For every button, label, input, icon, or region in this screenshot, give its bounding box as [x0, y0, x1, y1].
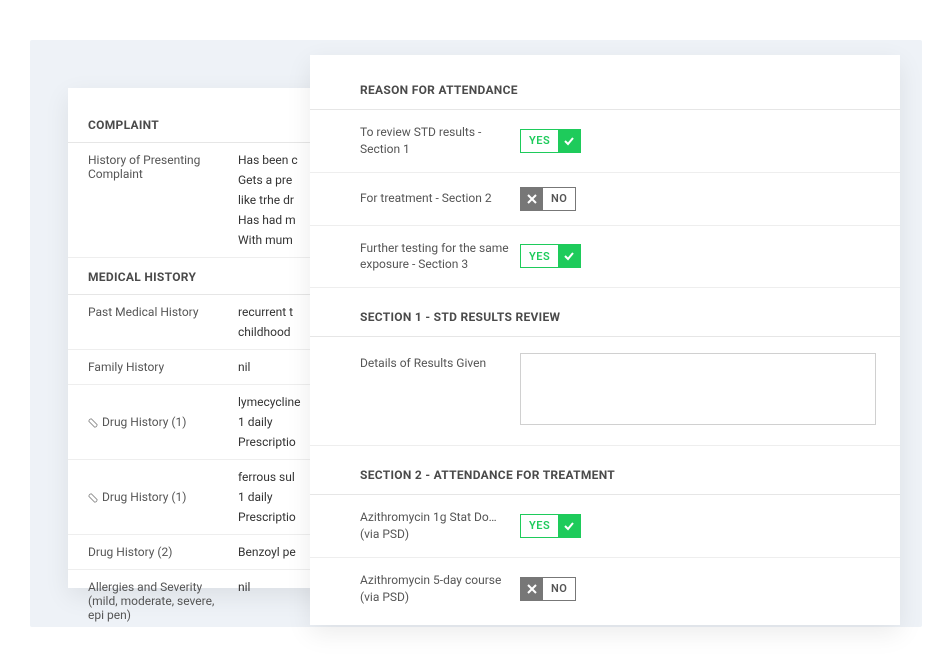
toggle-no-label: NO [543, 582, 575, 595]
pmh-label: Past Medical History [88, 305, 238, 339]
check-icon [558, 515, 580, 537]
x-icon [521, 188, 543, 210]
right-panel: REASON FOR ATTENDANCE To review STD resu… [310, 55, 900, 625]
reason-q3-label: Further testing for the same exposure - … [360, 240, 520, 274]
reason-q1-label: To review STD results - Section 1 [360, 124, 520, 158]
details-label: Details of Results Given [360, 353, 520, 425]
drug-history-2-label: Drug History (2) [88, 545, 238, 559]
reason-q3-toggle[interactable]: YES [520, 244, 581, 268]
x-icon [521, 578, 543, 600]
toggle-yes-label: YES [521, 134, 558, 147]
reason-q1-toggle[interactable]: YES [520, 129, 581, 153]
s2-q1-toggle[interactable]: YES [520, 514, 581, 538]
toggle-no-label: NO [543, 192, 575, 205]
s2-q2-row: Azithromycin 5-day course (via PSD) NO [310, 558, 900, 620]
reason-q2-label: For treatment - Section 2 [360, 190, 520, 207]
reason-q2-row: For treatment - Section 2 NO [310, 173, 900, 226]
check-icon [558, 245, 580, 267]
reason-q2-toggle[interactable]: NO [520, 187, 576, 211]
s2-q2-label: Azithromycin 5-day course (via PSD) [360, 572, 520, 606]
s2-q1-label: Azithromycin 1g Stat Do… (via PSD) [360, 509, 520, 543]
check-icon [558, 130, 580, 152]
pill-icon [88, 492, 98, 502]
allergies-label: Allergies and Severity (mild, moderate, … [88, 580, 238, 622]
toggle-yes-label: YES [521, 250, 558, 263]
toggle-yes-label: YES [521, 519, 558, 532]
reason-section-title: REASON FOR ATTENDANCE [310, 73, 900, 110]
pill-icon [88, 417, 98, 427]
section2-title: SECTION 2 - ATTENDANCE FOR TREATMENT [310, 445, 900, 495]
reason-q1-row: To review STD results - Section 1 YES [310, 110, 900, 173]
drug-history-1b-label: Drug History (1) [88, 470, 238, 524]
drug-history-1-label: Drug History (1) [88, 395, 238, 449]
section1-title: SECTION 1 - STD RESULTS REVIEW [310, 288, 900, 337]
details-textarea[interactable] [520, 353, 876, 425]
complaint-history-label: History of Presenting Complaint [88, 153, 238, 247]
s2-q2-toggle[interactable]: NO [520, 577, 576, 601]
details-row: Details of Results Given [310, 337, 900, 445]
s2-q1-row: Azithromycin 1g Stat Do… (via PSD) YES [310, 495, 900, 558]
family-history-label: Family History [88, 360, 238, 374]
reason-q3-row: Further testing for the same exposure - … [310, 226, 900, 289]
